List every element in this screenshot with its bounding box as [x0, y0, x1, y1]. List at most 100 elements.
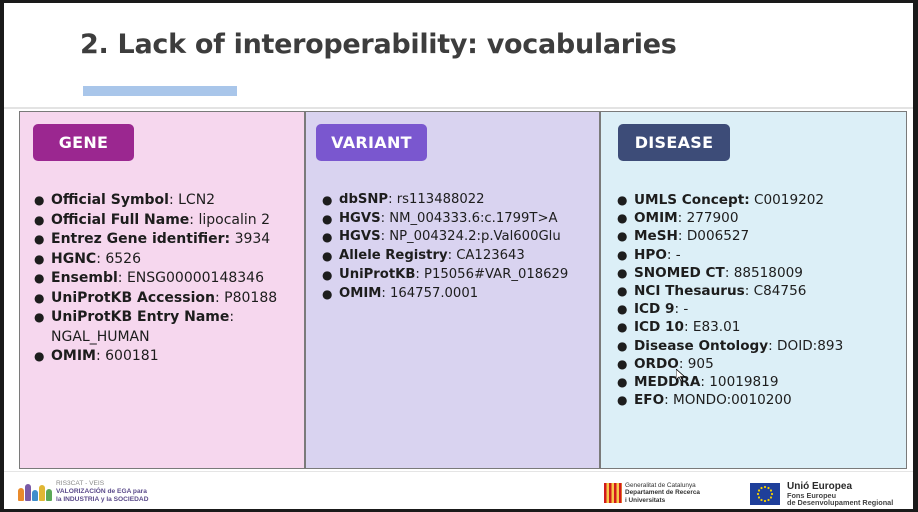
list-item: ● MeSH: D006527 [617, 227, 902, 245]
item-value: : E83.01 [683, 319, 741, 336]
bullet-icon: ● [617, 302, 628, 317]
item-label: MEDDRA [634, 374, 701, 391]
item-label: dbSNP [339, 192, 389, 207]
disease-panel: DISEASE ● UMLS Concept: C0019202 ● OMIM: 2… [600, 111, 907, 469]
list-item: ● OMIM: 600181 [34, 347, 302, 367]
generalitat-logo: Generalitat de Catalunya Departament de … [604, 482, 700, 504]
item-value: : lipocalin 2 [189, 211, 270, 228]
list-item: ● Allele Registry: CA123643 [322, 247, 597, 266]
list-item: ● UniProtKB Accession: P80188 [34, 289, 302, 309]
bullet-icon: ● [617, 284, 628, 299]
gene-tag: GENE [33, 124, 134, 161]
item-label: OMIM [634, 210, 678, 227]
gene-list: ● Official Symbol: LCN2 ● Official Full Na… [34, 191, 302, 367]
item-value: : NP_004324.2:p.Val600Glu [380, 229, 561, 245]
bullet-icon: ● [34, 349, 45, 363]
item-value: : 164757.0001 [381, 285, 479, 301]
item-value: : D006527 [677, 228, 750, 245]
list-item: ● Entrez Gene identifier: 3934 [34, 230, 302, 250]
item-value: 3934 [230, 231, 271, 247]
list-item: ● ORDO: 905 [617, 355, 902, 373]
bullet-icon: ● [34, 193, 45, 207]
item-label: SNOMED CT [634, 264, 725, 281]
ris3cat-veis-logo: RIS3CAT - VEIS VALORIZACIÓN de EGA para … [18, 477, 158, 507]
bullet-icon: ● [322, 211, 333, 226]
item-label: HGVS [339, 210, 381, 226]
item-label: Ensembl [51, 270, 118, 286]
variant-tag: VARIANT [316, 124, 427, 161]
bullet-icon: ● [34, 212, 45, 227]
bullet-icon: ● [617, 356, 628, 371]
item-value: : - [666, 246, 681, 263]
people-icon [18, 483, 52, 501]
item-value: : C84756 [744, 283, 807, 300]
item-label: Official Full Name [51, 211, 190, 228]
item-value: : P80188 [214, 289, 278, 306]
senyera-icon [604, 483, 622, 503]
item-value: : 277900 [677, 210, 739, 227]
list-item: ● UniProtKB: P15056#VAR_018629 [322, 266, 597, 285]
item-label: MeSH [634, 228, 678, 245]
list-item: ● Official Symbol: LCN2 [34, 191, 302, 211]
eu-flag-icon [750, 483, 780, 505]
logo-line-2: VALORIZACIÓN de EGA para [56, 488, 147, 495]
gene-panel: GENE ● Official Symbol: LCN2 ● Official Fu… [19, 111, 305, 469]
item-label: Official Symbol [51, 192, 169, 208]
bullet-icon: ● [617, 193, 628, 207]
bullet-icon: ● [322, 267, 333, 282]
item-label: OMIM [51, 348, 96, 364]
eu-line-3: de Desenvolupament Regional [787, 498, 894, 507]
item-value: : MONDO:0010200 [664, 392, 792, 409]
variant-panel: VARIANT ● dbSNP: rs113488022 ● HGVS: NM_00… [305, 111, 600, 469]
bullet-icon: ● [34, 232, 45, 246]
bullet-icon: ● [322, 193, 333, 207]
list-item: ● ICD 9: - [617, 300, 902, 318]
bullet-icon: ● [617, 211, 628, 226]
bullet-icon: ● [617, 247, 628, 262]
item-label: NCI Thesaurus [634, 283, 745, 300]
bullet-icon: ● [322, 230, 333, 245]
disease-list: ● UMLS Concept: C0019202 ● OMIM: 277900 ● M… [617, 191, 902, 409]
item-value: : 600181 [95, 348, 159, 364]
list-item: ● NCI Thesaurus: C84756 [617, 282, 902, 300]
gencat-line-3: i Universitats [625, 496, 666, 504]
list-item: ● Disease Ontology: DOID:893 [617, 337, 902, 355]
item-value: : CA123643 [447, 248, 525, 264]
item-value: : [229, 309, 235, 325]
item-value: : DOID:893 [768, 337, 844, 354]
list-item: ● MEDDRA: 10019819 [617, 373, 902, 391]
item-value: : 6526 [96, 250, 141, 267]
item-label: Disease Ontology [634, 337, 769, 354]
item-value: : P15056#VAR_018629 [415, 266, 569, 282]
item-value: : NM_004333.6:c.1799T>A [380, 210, 558, 226]
item-value: : 88518009 [724, 264, 803, 281]
list-item: ● UniProtKB Entry Name: NGAL_HUMAN [34, 308, 302, 347]
slide: 2. Lack of interoperability: vocabularie… [4, 3, 913, 509]
bullet-icon: ● [34, 310, 45, 324]
list-item: ● HGVS: NP_004324.2:p.Val600Glu [322, 228, 597, 247]
list-item: ● ICD 10: E83.01 [617, 318, 902, 336]
item-label: UniProtKB Entry Name [51, 309, 230, 325]
list-item: ● Official Full Name: lipocalin 2 [34, 211, 302, 231]
logo-line-3: la INDUSTRIA y la SOCIEDAD [56, 496, 149, 503]
item-label: EFO [634, 392, 665, 409]
title-accent-bar [83, 86, 237, 96]
item-value: : LCN2 [168, 192, 216, 208]
item-label: UniProtKB [339, 266, 416, 282]
list-item: ● OMIM: 277900 [617, 209, 902, 227]
item-label: Entrez Gene identifier: [51, 231, 231, 247]
list-item: ● OMIM: 164757.0001 [322, 285, 597, 304]
logo-line-1: RIS3CAT - VEIS [56, 480, 105, 487]
item-value: : rs113488022 [388, 192, 485, 207]
list-item: ● dbSNP: rs113488022 [322, 191, 597, 210]
item-label: UniProtKB Accession [51, 289, 215, 306]
slide-title: 2. Lack of interoperability: vocabularie… [80, 29, 677, 60]
item-value: : ENSG00000148346 [117, 270, 264, 286]
bullet-icon: ● [322, 286, 333, 301]
bullet-icon: ● [617, 393, 628, 408]
item-label: ICD 9 [634, 301, 675, 318]
list-item: ● Ensembl: ENSG00000148346 [34, 269, 302, 289]
bullet-icon: ● [617, 320, 628, 335]
item-label: UMLS Concept: [634, 192, 750, 208]
eu-feder-logo: Unió Europea Fons Europeu de Desenvolupa… [750, 481, 893, 507]
